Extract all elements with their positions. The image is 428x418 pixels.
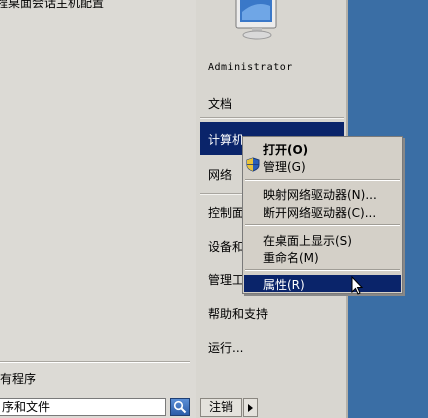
places-item-documents[interactable]: 文档 — [208, 95, 232, 112]
places-item-computer[interactable]: 计算机 — [208, 131, 244, 148]
user-avatar[interactable] — [230, 0, 290, 42]
places-item-help[interactable]: 帮助和支持 — [208, 305, 268, 322]
places-item-network[interactable]: 网络 — [208, 166, 232, 183]
shutdown-options-button[interactable] — [243, 398, 258, 417]
search-button[interactable] — [170, 398, 190, 416]
menu-item-manage[interactable]: 管理(G) — [263, 158, 306, 175]
menu-separator-highlight — [245, 225, 400, 226]
menu-item-show-on-desktop[interactable]: 在桌面上显示(S) — [263, 232, 352, 249]
menu-item-open[interactable]: 打开(O) — [263, 141, 308, 158]
places-divider-highlight — [200, 118, 344, 119]
mouse-pointer-icon — [351, 276, 364, 295]
user-name: Administrator — [208, 62, 293, 73]
menu-item-disconnect-drive[interactable]: 断开网络驱动器(C)... — [263, 204, 376, 221]
places-item-control-panel[interactable]: 控制面 — [208, 204, 244, 221]
menu-item-rename[interactable]: 重命名(M) — [263, 249, 319, 266]
places-item-admin-tools[interactable]: 管理工 — [208, 271, 244, 288]
monitor-icon — [235, 0, 277, 40]
recent-program-item[interactable]: 程桌面会话主机配置 — [0, 0, 104, 11]
places-item-run[interactable]: 运行... — [208, 339, 243, 356]
search-input[interactable]: 序和文件 — [0, 398, 166, 416]
all-programs-link[interactable]: 有程序 — [0, 370, 36, 387]
menu-separator-highlight — [245, 270, 400, 271]
menu-item-map-drive[interactable]: 映射网络驱动器(N)... — [263, 186, 377, 203]
context-menu: 打开(O) 管理(G) 映射网络驱动器(N)... 断开网络驱动器(C)... … — [242, 136, 403, 294]
menu-separator-highlight — [245, 180, 400, 181]
programs-divider-highlight — [0, 362, 190, 363]
programs-pane — [0, 0, 197, 396]
logoff-button[interactable]: 注销 — [200, 398, 242, 417]
places-item-devices[interactable]: 设备和 — [208, 238, 244, 255]
uac-shield-icon — [246, 157, 260, 172]
search-icon — [173, 400, 187, 414]
menu-item-properties[interactable]: 属性(R) — [263, 276, 305, 293]
